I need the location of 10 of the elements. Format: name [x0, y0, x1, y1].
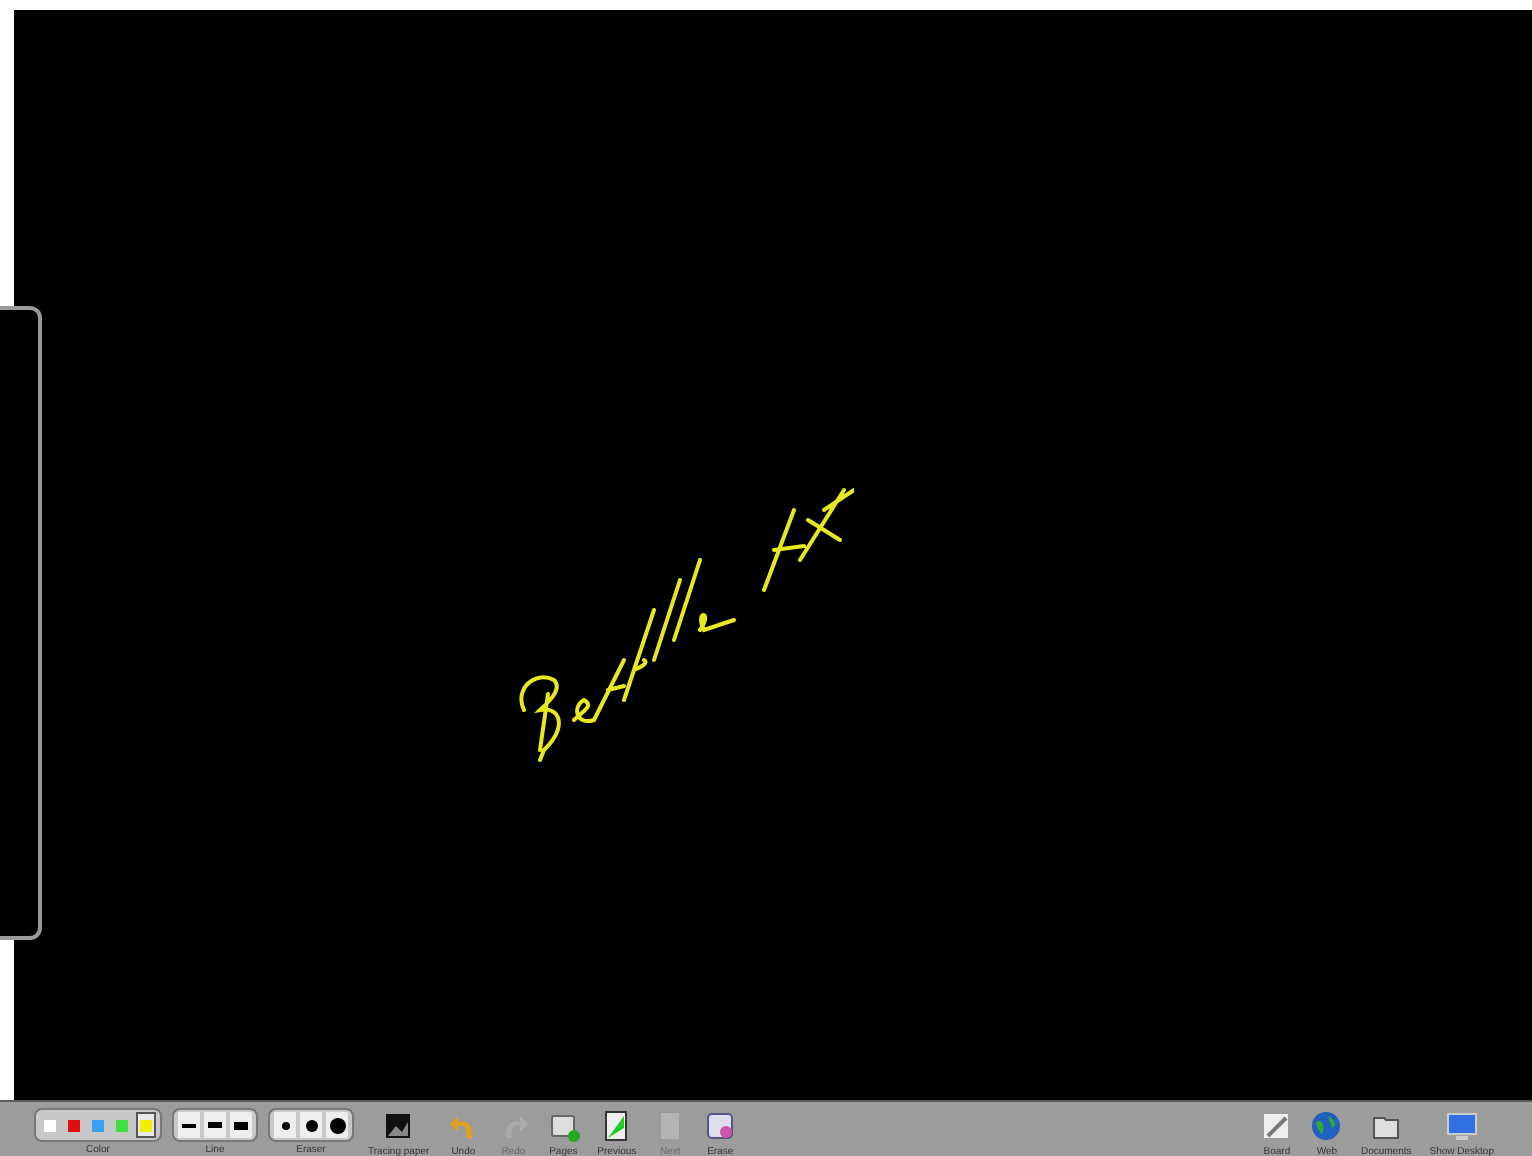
- eraser-icon: [704, 1110, 737, 1142]
- tracing-paper-icon: [382, 1110, 415, 1142]
- eraser-size-selector[interactable]: [268, 1108, 354, 1142]
- page-icon: [600, 1110, 633, 1142]
- color-swatch[interactable]: [136, 1112, 156, 1138]
- line-width-selector[interactable]: [172, 1108, 258, 1142]
- monitor-icon: [1445, 1110, 1478, 1142]
- page-add-icon: [547, 1110, 580, 1142]
- globe-icon: [1310, 1110, 1343, 1142]
- board-icon: [1260, 1110, 1293, 1142]
